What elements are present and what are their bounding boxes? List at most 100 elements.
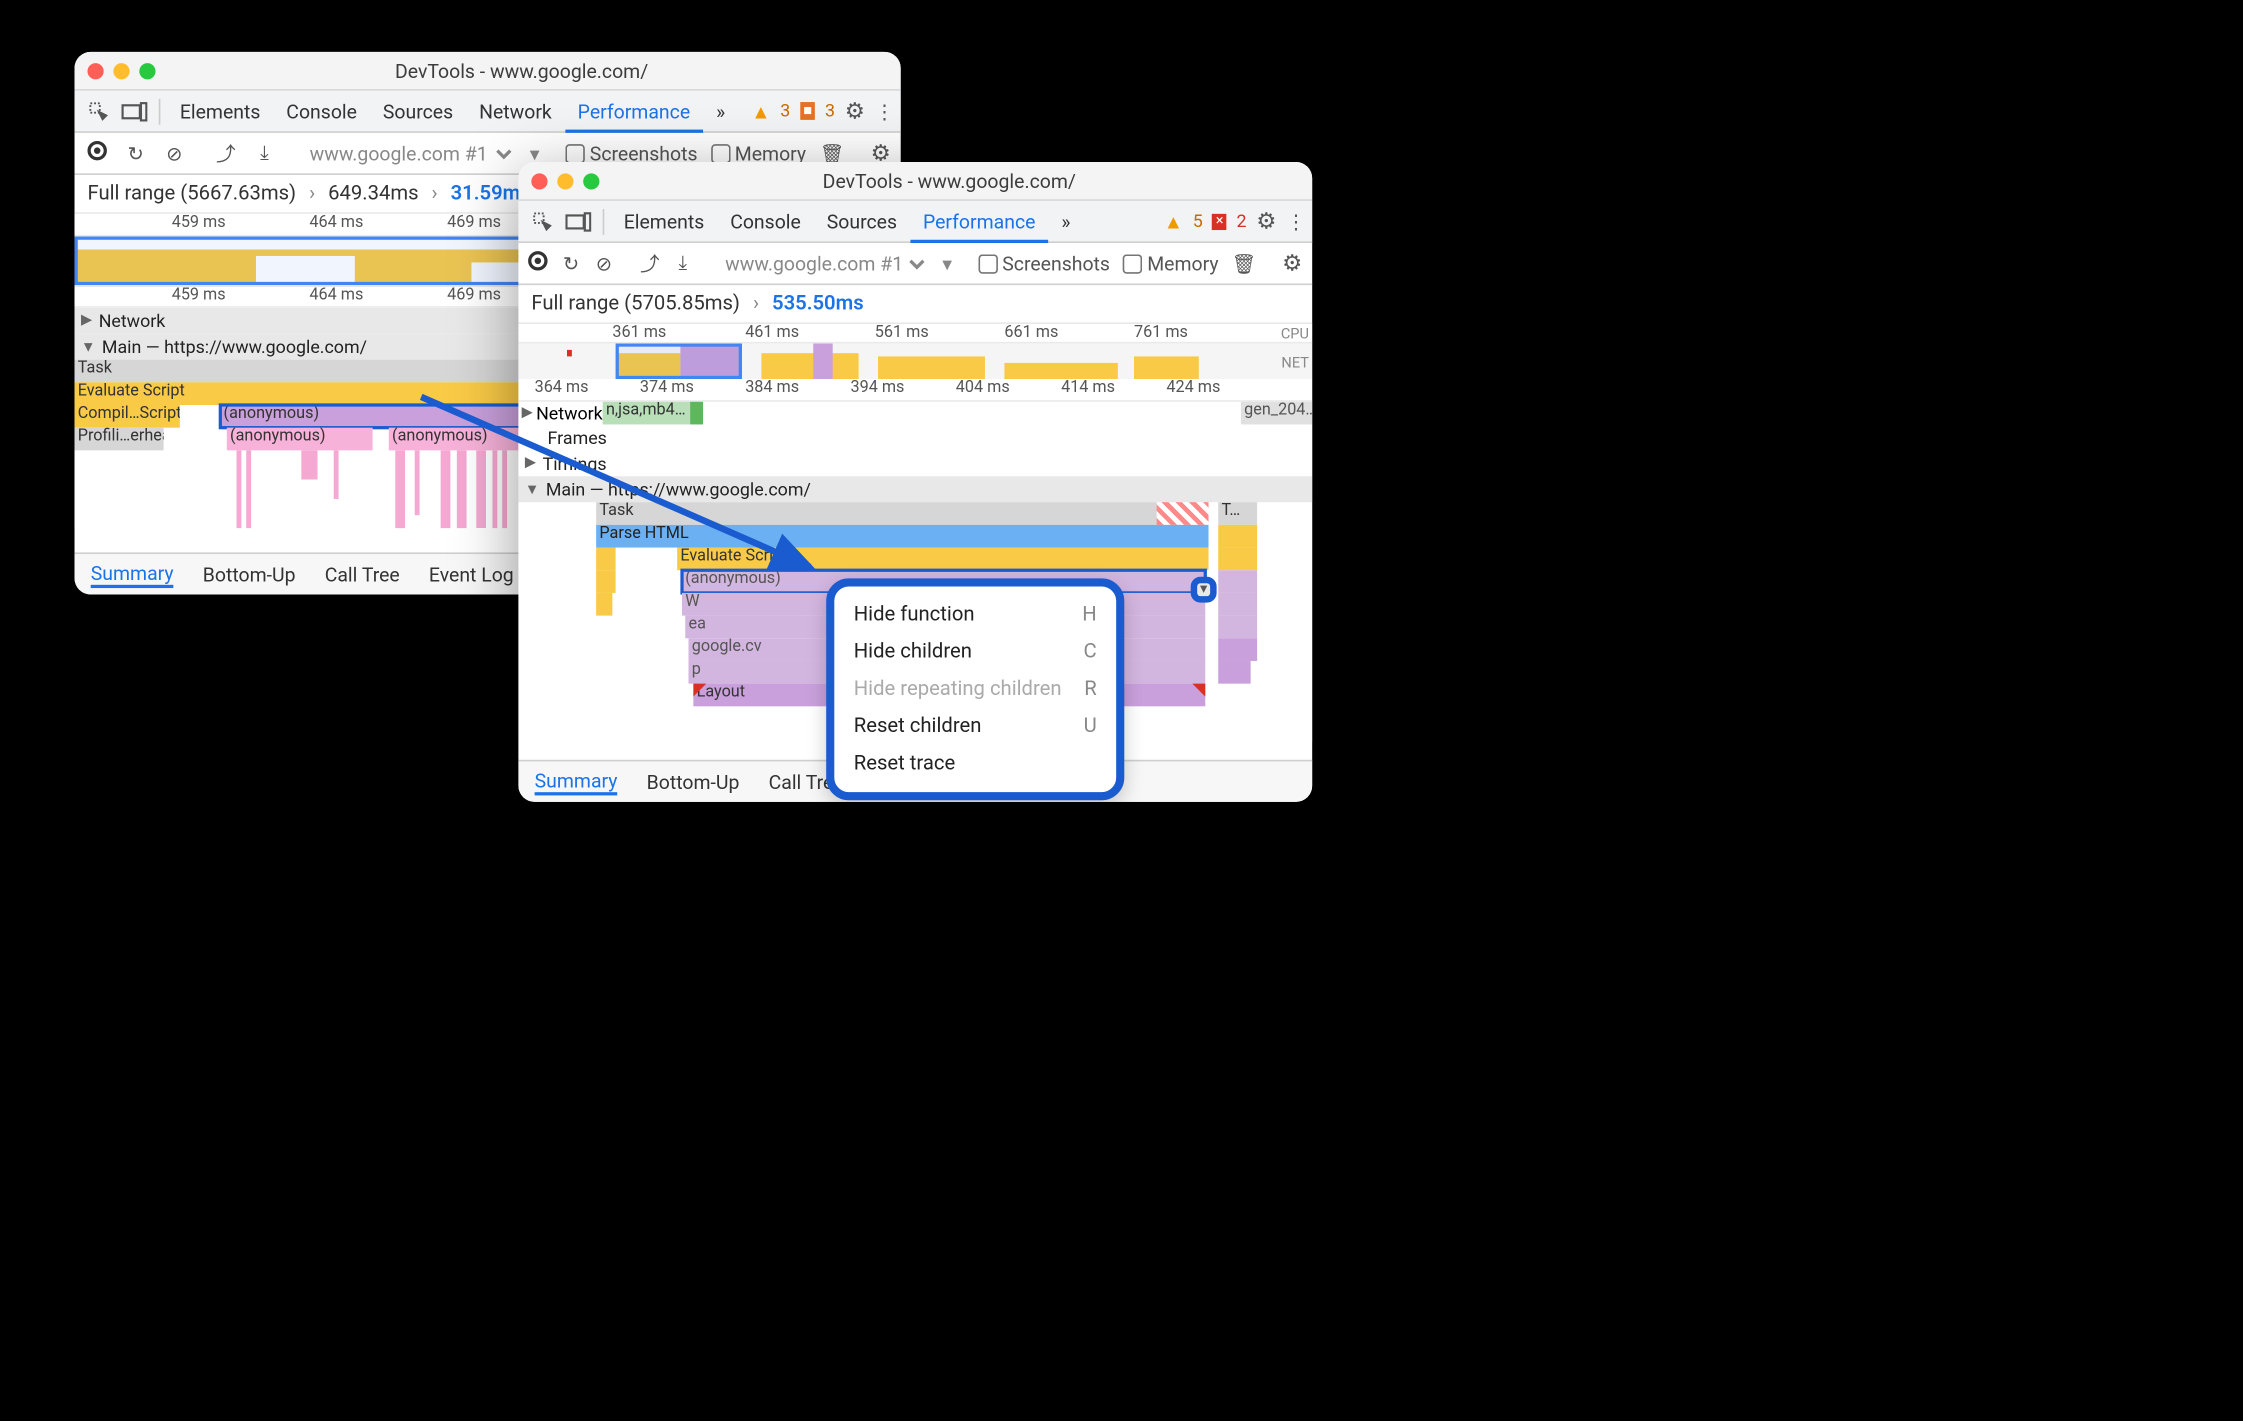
flame-chunk[interactable]: [1218, 593, 1257, 616]
clear-button[interactable]: ⊘: [161, 142, 187, 165]
close-icon[interactable]: [531, 173, 547, 189]
titlebar: DevTools - www.google.com/: [518, 162, 1312, 201]
track-timings[interactable]: ▶Timings: [518, 450, 1312, 476]
warning-icon[interactable]: ▲: [1164, 210, 1183, 233]
forced-reflow-icon: [693, 684, 706, 697]
flame-chunk[interactable]: [596, 548, 615, 571]
tab-console[interactable]: Console: [273, 90, 370, 132]
warning-icon[interactable]: ▲: [751, 100, 770, 123]
settings-icon[interactable]: ⚙: [845, 98, 865, 124]
flame-chunk[interactable]: [1218, 661, 1250, 684]
track-network-row[interactable]: ▶ Network n,jsa,mb4… gen_204…: [518, 402, 1312, 425]
tab-console[interactable]: Console: [717, 200, 814, 242]
track-main[interactable]: ▼Main — https://www.google.com/: [518, 476, 1312, 502]
tab-sources[interactable]: Sources: [814, 200, 910, 242]
traffic-lights[interactable]: [87, 62, 155, 78]
gc-icon[interactable]: 🗑: [1232, 252, 1257, 275]
tab-network[interactable]: Network: [466, 90, 565, 132]
btab-summary[interactable]: Summary: [535, 769, 618, 795]
flame-ruler[interactable]: 364 ms 374 ms 384 ms 394 ms 404 ms 414 m…: [518, 379, 1312, 402]
tab-sources[interactable]: Sources: [370, 90, 466, 132]
flame-chunk[interactable]: [1218, 638, 1257, 661]
breadcrumb-full[interactable]: Full range (5667.63ms): [87, 181, 296, 205]
titlebar: DevTools - www.google.com/: [75, 52, 901, 91]
btab-bottomup[interactable]: Bottom-Up: [203, 563, 296, 586]
download-icon[interactable]: ⤓: [673, 251, 693, 275]
inspect-icon[interactable]: [81, 100, 117, 123]
flame-anonymous[interactable]: (anonymous): [227, 428, 373, 451]
ctx-reset-trace[interactable]: Reset trace: [834, 745, 1116, 782]
flame-anonymous[interactable]: (anonymous): [389, 428, 519, 451]
recording-select[interactable]: www.google.com #1: [719, 250, 930, 276]
device-toolbar-icon[interactable]: [117, 100, 153, 123]
flame-profiling-overhead[interactable]: Profili…erhead: [75, 428, 164, 451]
window-title: DevTools - www.google.com/: [599, 169, 1299, 192]
long-task-marker: [567, 350, 572, 356]
breadcrumb-full[interactable]: Full range (5705.85ms): [531, 292, 740, 316]
flame-parse-html[interactable]: Parse HTML: [596, 525, 1208, 548]
issue-icon[interactable]: ■: [800, 102, 815, 120]
warning-count: 3: [780, 100, 790, 121]
tab-more[interactable]: »: [1048, 200, 1083, 242]
flame-task[interactable]: T…: [1218, 502, 1257, 525]
network-chunk[interactable]: gen_204…: [1241, 402, 1312, 425]
flame-chunk[interactable]: [1218, 616, 1257, 639]
kebab-icon[interactable]: ⋮: [875, 100, 894, 123]
clear-button[interactable]: ⊘: [594, 252, 614, 275]
capture-settings-icon[interactable]: ⚙: [1282, 250, 1302, 276]
ctx-hide-repeating-children: Hide repeating childrenR: [834, 671, 1116, 708]
cpu-label: CPU: [1281, 327, 1309, 343]
device-toolbar-icon[interactable]: [561, 210, 597, 233]
window-title: DevTools - www.google.com/: [156, 59, 888, 82]
traffic-lights[interactable]: [531, 173, 599, 189]
network-chunk[interactable]: n,jsa,mb4…: [603, 402, 690, 425]
ctx-hide-function[interactable]: Hide functionH: [834, 596, 1116, 633]
track-frames[interactable]: Frames: [518, 424, 1312, 450]
breadcrumb-mid[interactable]: 649.34ms: [328, 181, 418, 205]
inspect-icon[interactable]: [525, 210, 561, 233]
record-button[interactable]: [528, 251, 548, 275]
flame-evaluate-script[interactable]: Evaluate Script: [677, 548, 1208, 571]
flame-chunk[interactable]: [1218, 570, 1257, 593]
tab-elements[interactable]: Elements: [167, 90, 273, 132]
memory-checkbox[interactable]: Memory: [1123, 252, 1219, 275]
screenshots-checkbox[interactable]: Screenshots: [978, 252, 1110, 275]
flame-task[interactable]: Task: [596, 502, 1208, 525]
close-icon[interactable]: [87, 62, 103, 78]
dropdown-callout[interactable]: ▾: [1191, 577, 1217, 603]
download-icon[interactable]: ⤓: [252, 141, 278, 165]
flame-compile-script[interactable]: Compil…Script: [75, 405, 180, 428]
btab-summary[interactable]: Summary: [91, 561, 174, 587]
ctx-reset-children[interactable]: Reset childrenU: [834, 708, 1116, 745]
breadcrumb-leaf[interactable]: 535.50ms: [772, 292, 864, 316]
flame-chunk[interactable]: [596, 570, 615, 593]
tab-elements[interactable]: Elements: [611, 200, 717, 242]
btab-bottomup[interactable]: Bottom-Up: [647, 770, 740, 793]
recording-select[interactable]: www.google.com #1: [303, 140, 517, 166]
flame-chunk[interactable]: [1218, 548, 1257, 571]
settings-icon[interactable]: ⚙: [1256, 208, 1276, 234]
flame-chunk[interactable]: [596, 593, 612, 616]
network-chunk[interactable]: [690, 402, 703, 425]
flame-chunk[interactable]: [1218, 525, 1257, 548]
upload-icon[interactable]: ⤴: [213, 139, 239, 167]
upload-icon[interactable]: ⤴: [640, 249, 660, 277]
btab-calltree[interactable]: Call Tree: [325, 563, 400, 586]
minimize-icon[interactable]: [113, 62, 129, 78]
error-icon[interactable]: ×: [1212, 213, 1226, 229]
reload-button[interactable]: ↻: [561, 252, 581, 275]
ctx-hide-children[interactable]: Hide childrenC: [834, 633, 1116, 670]
tab-more[interactable]: »: [703, 90, 738, 132]
tab-performance[interactable]: Performance: [910, 200, 1048, 242]
zoom-icon[interactable]: [139, 62, 155, 78]
minimize-icon[interactable]: [557, 173, 573, 189]
long-task-indicator: [1157, 502, 1209, 525]
record-button[interactable]: [84, 141, 110, 165]
overview-panel[interactable]: 361 ms 461 ms 561 ms 661 ms 761 ms CPU N…: [518, 324, 1312, 379]
btab-eventlog[interactable]: Event Log: [429, 563, 514, 586]
zoom-icon[interactable]: [583, 173, 599, 189]
kebab-icon[interactable]: ⋮: [1286, 210, 1305, 233]
tab-performance[interactable]: Performance: [565, 90, 703, 132]
error-count: 2: [1236, 211, 1246, 232]
reload-button[interactable]: ↻: [123, 142, 149, 165]
